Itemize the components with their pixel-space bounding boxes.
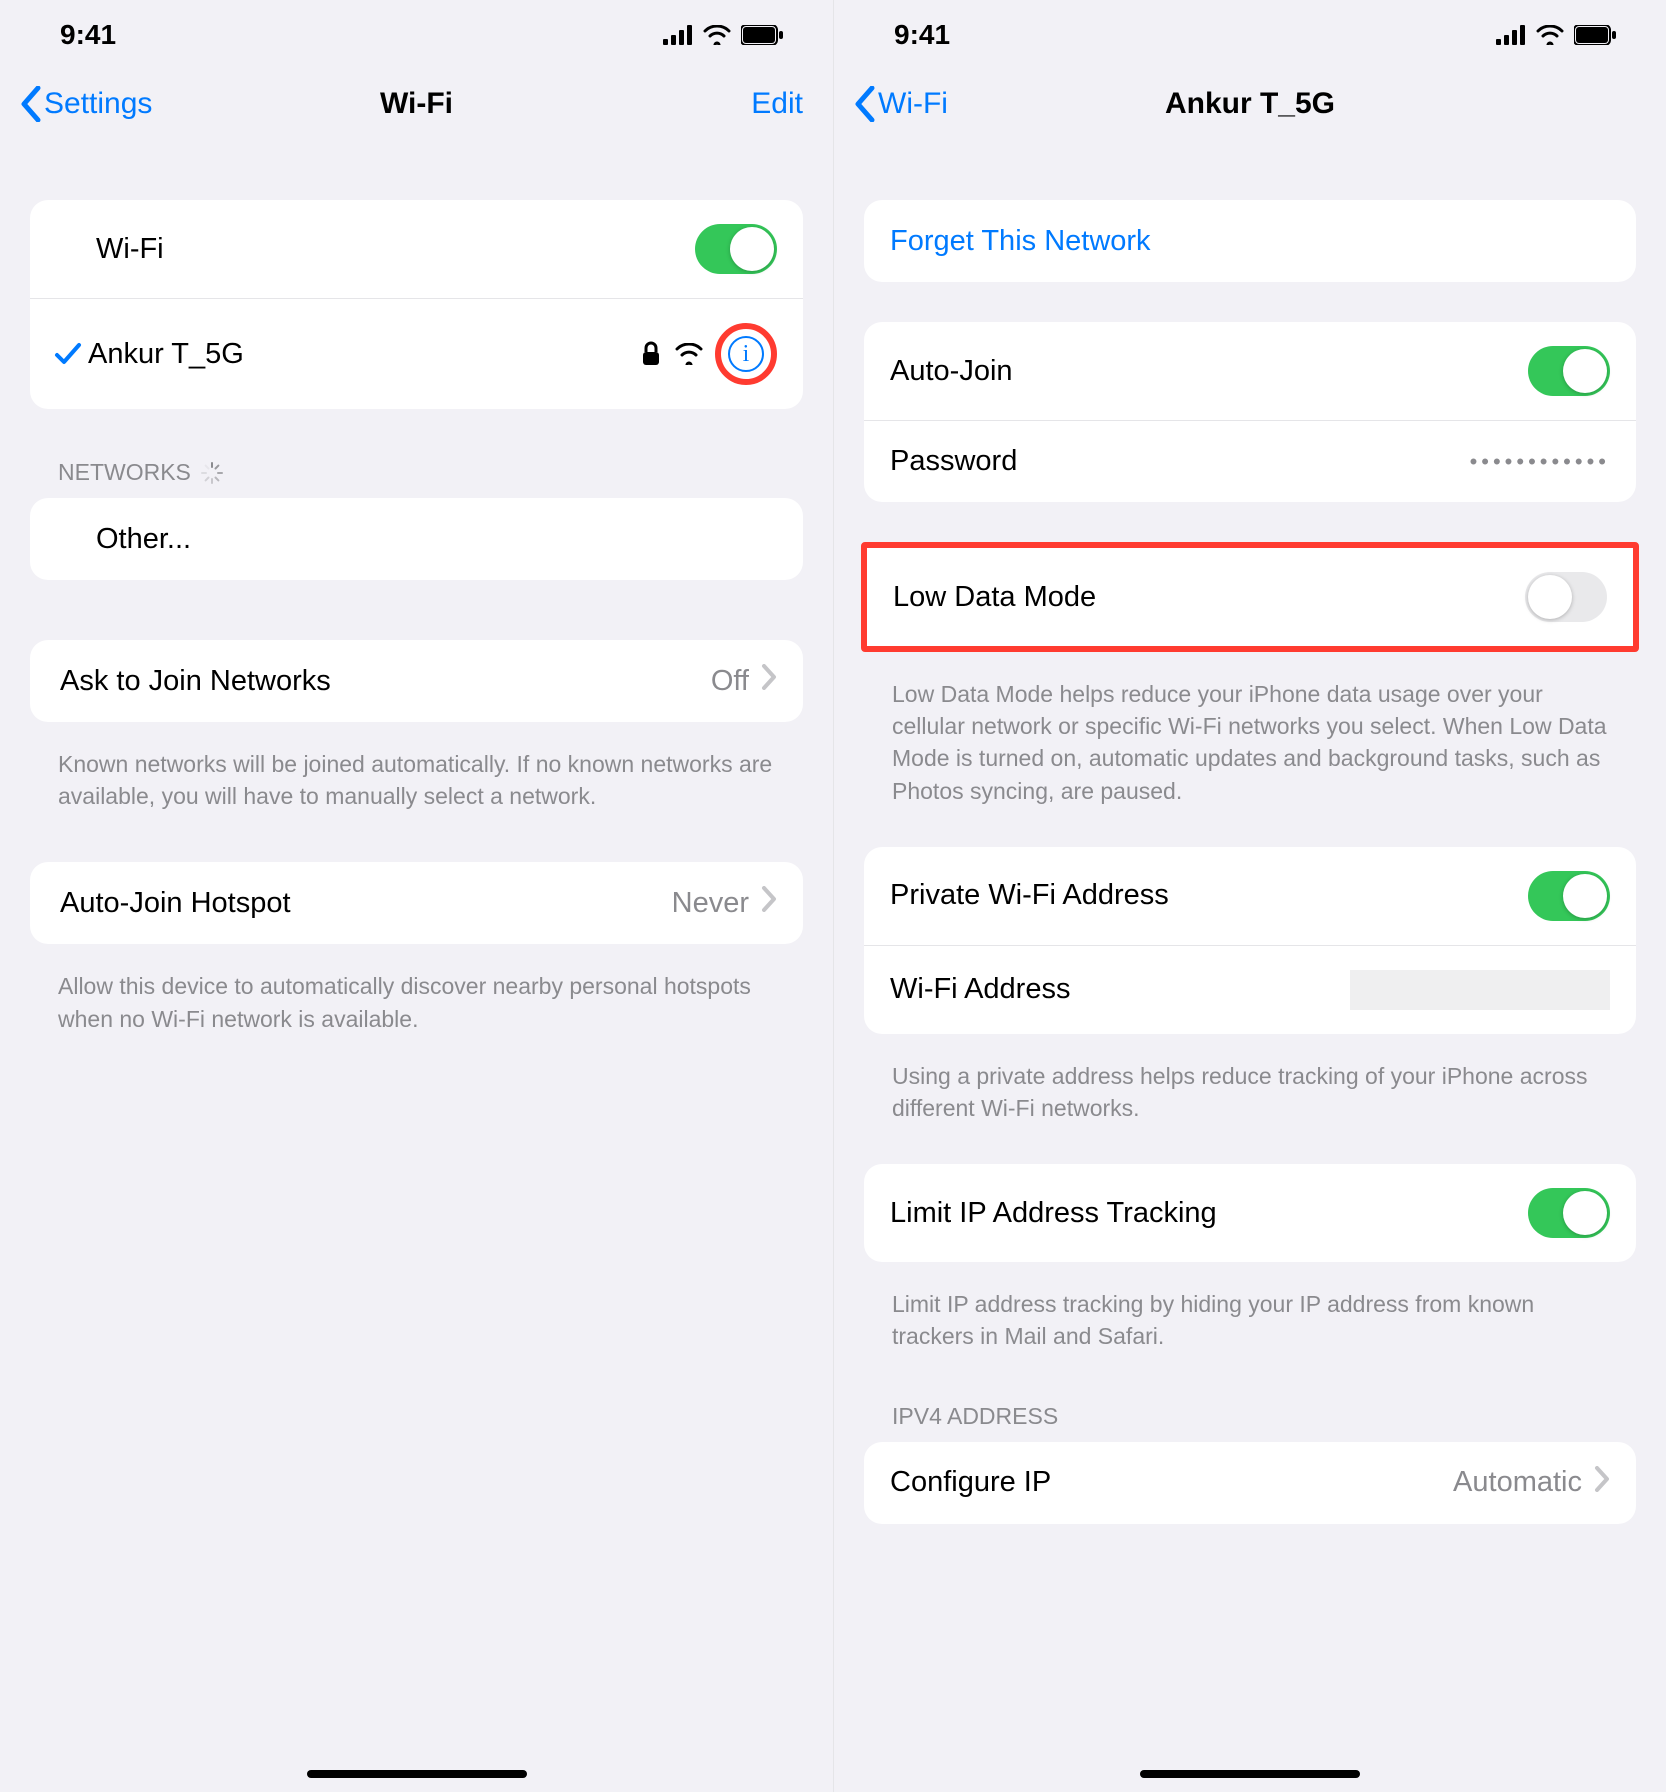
home-indicator[interactable] [1140,1770,1360,1778]
private-addr-label: Private Wi-Fi Address [890,879,1169,912]
wifi-signal-icon [675,343,703,365]
password-value: •••••••••••• [1470,449,1610,475]
checkmark-icon [48,340,88,368]
cellular-icon [663,25,693,45]
limit-ip-toggle[interactable] [1528,1188,1610,1238]
left-screen: 9:41 Settings Wi-Fi Edit Wi-Fi [0,0,833,1792]
password-row[interactable]: Password •••••••••••• [864,420,1636,502]
private-addr-toggle[interactable] [1528,871,1610,921]
hotspot-label: Auto-Join Hotspot [60,887,291,920]
current-network-name: Ankur T_5G [88,338,244,371]
edit-button[interactable]: Edit [751,87,803,121]
configure-ip-value: Automatic [1453,1466,1582,1499]
wifi-toggle[interactable] [695,224,777,274]
password-label: Password [890,445,1017,478]
wifi-icon [1536,25,1564,45]
back-button[interactable]: Settings [20,86,152,122]
networks-group: Other... [30,498,803,580]
ask-footer: Known networks will be joined automatica… [30,734,803,812]
wifi-label: Wi-Fi [96,233,164,266]
low-data-label: Low Data Mode [893,581,1096,614]
hotspot-row[interactable]: Auto-Join Hotspot Never [30,862,803,944]
forget-network-row[interactable]: Forget This Network [864,200,1636,282]
low-data-row: Low Data Mode [867,548,1633,646]
auto-join-label: Auto-Join [890,355,1013,388]
battery-icon [1574,25,1616,45]
battery-icon [741,25,783,45]
right-screen: 9:41 Wi-Fi Ankur T_5G Forget This Networ… [833,0,1666,1792]
private-addr-group: Private Wi-Fi Address Wi-Fi Address [864,847,1636,1034]
chevron-left-icon [854,86,876,122]
other-network-row[interactable]: Other... [30,498,803,580]
status-time: 9:41 [894,19,950,51]
low-data-toggle[interactable] [1525,572,1607,622]
ipv4-group: Configure IP Automatic [864,1442,1636,1524]
back-button[interactable]: Wi-Fi [854,86,948,122]
forget-group: Forget This Network [864,200,1636,282]
home-indicator[interactable] [307,1770,527,1778]
chevron-right-icon [761,886,777,920]
auto-join-toggle[interactable] [1528,346,1610,396]
wifi-addr-label: Wi-Fi Address [890,973,1070,1006]
auto-join-row: Auto-Join [864,322,1636,420]
info-button-highlight: i [715,323,777,385]
wifi-addr-value-masked [1350,970,1610,1010]
wifi-addr-row: Wi-Fi Address [864,945,1636,1034]
chevron-right-icon [1594,1466,1610,1500]
low-data-footer: Low Data Mode helps reduce your iPhone d… [864,664,1636,807]
ask-join-row[interactable]: Ask to Join Networks Off [30,640,803,722]
status-time: 9:41 [60,19,116,51]
ask-label: Ask to Join Networks [60,665,331,698]
status-icons [1496,25,1616,45]
nav-title: Ankur T_5G [834,87,1666,121]
private-addr-footer: Using a private address helps reduce tra… [864,1046,1636,1124]
configure-ip-row[interactable]: Configure IP Automatic [864,1442,1636,1524]
status-bar: 9:41 [834,0,1666,70]
wifi-toggle-row: Wi-Fi [30,200,803,298]
wifi-icon [703,25,731,45]
hotspot-footer: Allow this device to automatically disco… [30,956,803,1034]
limit-ip-footer: Limit IP address tracking by hiding your… [864,1274,1636,1352]
autojoin-group: Auto-Join Password •••••••••••• [864,322,1636,502]
back-label: Settings [44,87,152,121]
ipv4-header: IPV4 ADDRESS [864,1393,1636,1442]
limit-ip-group: Limit IP Address Tracking [864,1164,1636,1262]
info-icon[interactable]: i [728,336,764,372]
chevron-left-icon [20,86,42,122]
back-label: Wi-Fi [878,87,948,121]
networks-header: NETWORKS [30,449,803,498]
spinner-icon [201,462,223,484]
other-label: Other... [96,523,191,556]
ask-group: Ask to Join Networks Off [30,640,803,722]
hotspot-value: Never [672,887,749,920]
status-bar: 9:41 [0,0,833,70]
configure-ip-label: Configure IP [890,1466,1051,1499]
wifi-main-group: Wi-Fi Ankur T_5G i [30,200,803,409]
nav-bar: Wi-Fi Ankur T_5G [834,70,1666,150]
limit-ip-row: Limit IP Address Tracking [864,1164,1636,1262]
hotspot-group: Auto-Join Hotspot Never [30,862,803,944]
nav-bar: Settings Wi-Fi Edit [0,70,833,150]
private-addr-row: Private Wi-Fi Address [864,847,1636,945]
cellular-icon [1496,25,1526,45]
ask-value: Off [711,665,749,698]
limit-ip-label: Limit IP Address Tracking [890,1197,1217,1230]
current-network-row[interactable]: Ankur T_5G i [30,298,803,409]
forget-label: Forget This Network [890,225,1151,258]
lock-icon [641,341,661,367]
status-icons [663,25,783,45]
chevron-right-icon [761,664,777,698]
low-data-group-highlight: Low Data Mode [861,542,1639,652]
